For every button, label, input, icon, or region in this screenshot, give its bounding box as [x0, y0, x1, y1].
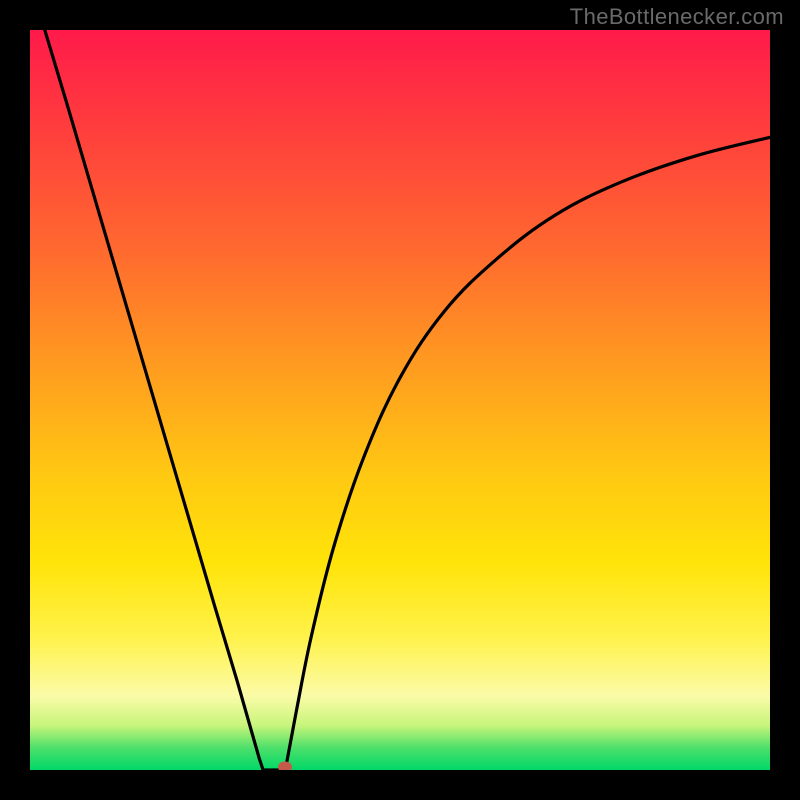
plot-area: [30, 30, 770, 770]
bottleneck-curve: [30, 30, 770, 770]
watermark-text: TheBottlenecker.com: [570, 4, 784, 30]
chart-frame: TheBottlenecker.com: [0, 0, 800, 800]
minimum-marker-dot: [278, 762, 292, 771]
curve-right-branch: [285, 137, 770, 770]
curve-left-branch: [45, 30, 263, 770]
